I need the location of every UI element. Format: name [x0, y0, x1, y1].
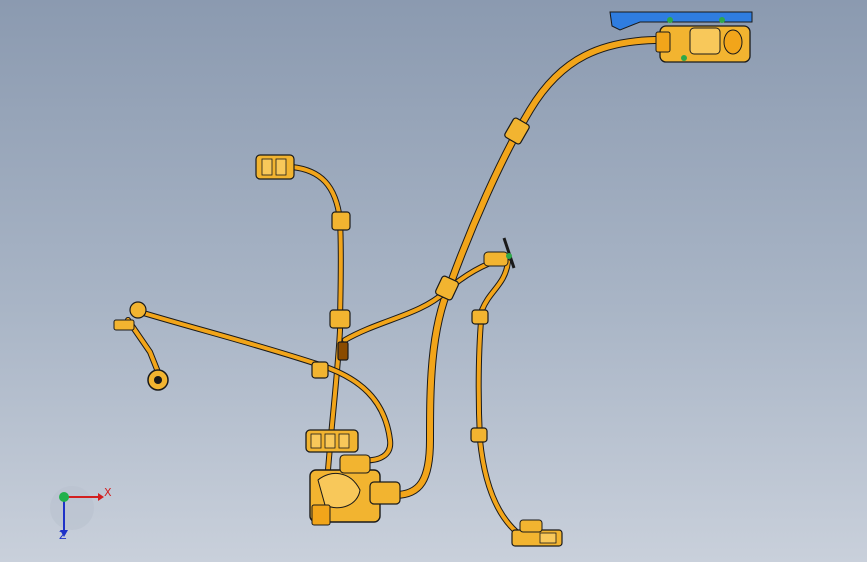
3d-model-viewport[interactable]: X Z: [0, 0, 867, 562]
triad-z-label: Z: [59, 529, 67, 542]
clip: [470, 427, 488, 443]
upper-left-connector[interactable]: [255, 154, 295, 180]
bottom-right-connector[interactable]: [511, 519, 563, 547]
clip: [329, 309, 351, 329]
green-clip-icon: [667, 17, 673, 23]
main-bottom-connector-assembly[interactable]: [305, 429, 401, 526]
y-axis-dot-icon: [59, 492, 69, 502]
wire-harness-model[interactable]: [0, 0, 867, 562]
green-clip-icon: [681, 55, 687, 61]
green-clip-icon: [719, 17, 725, 23]
harness-wires: [125, 35, 674, 538]
clip: [471, 309, 489, 325]
clip: [337, 341, 349, 361]
clip: [331, 211, 351, 231]
clip: [311, 361, 329, 379]
top-right-connector-assembly[interactable]: [609, 11, 753, 63]
triad-x-label: X: [104, 486, 112, 499]
